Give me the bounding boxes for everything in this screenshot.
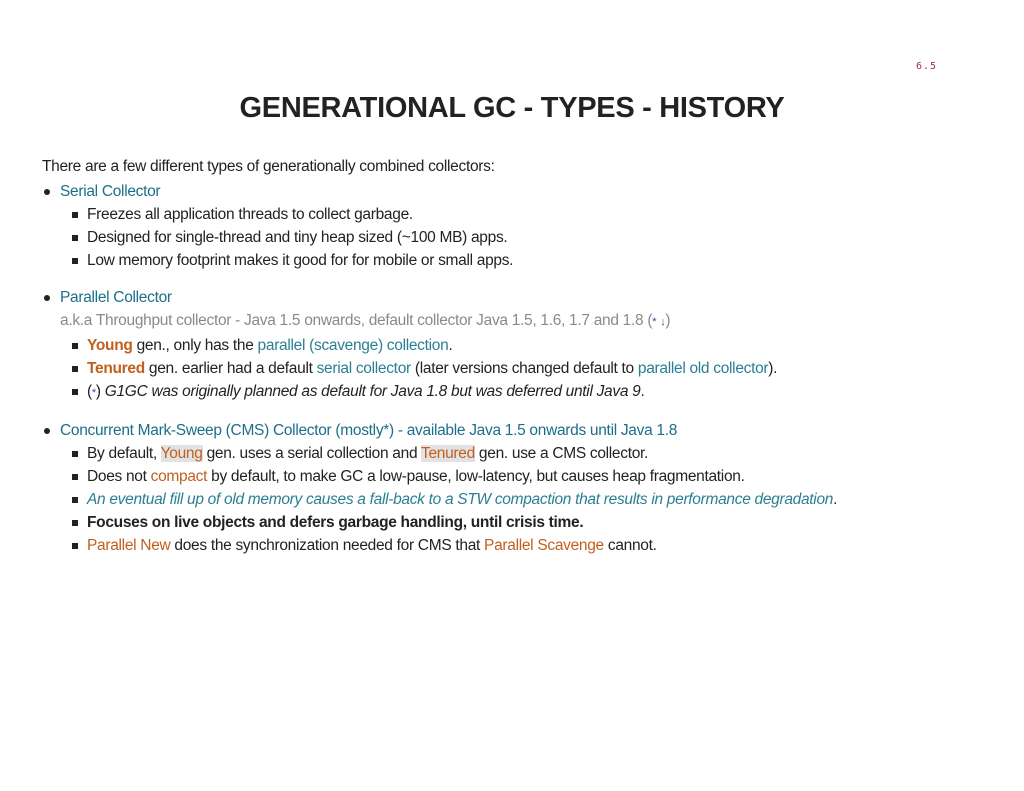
stw-compaction-note: An eventual fill up of old memory causes… xyxy=(87,491,834,508)
list-item: Does not compact by default, to make GC … xyxy=(60,465,1002,488)
parallel-collector-section: Parallel Collector a.k.a Throughput coll… xyxy=(42,286,1002,405)
square-bullet-icon xyxy=(72,451,78,457)
paren: ) xyxy=(95,383,105,400)
compact-term: compact xyxy=(150,468,208,485)
item-text: does the synchronization needed for CMS … xyxy=(170,537,485,554)
serial-collector-section: Serial Collector Freezes all application… xyxy=(42,180,1002,272)
square-bullet-icon xyxy=(72,543,78,549)
parallel-collector-heading: Parallel Collector xyxy=(60,289,172,306)
cms-collector-items: By default, Young gen. uses a serial col… xyxy=(60,442,1002,557)
list-item: An eventual fill up of old memory causes… xyxy=(60,488,1002,511)
list-item: By default, Young gen. uses a serial col… xyxy=(60,442,1002,465)
paren: ) xyxy=(665,312,671,329)
square-bullet-icon xyxy=(72,235,78,241)
young-gen-label: Young xyxy=(87,337,133,354)
collector-list: Serial Collector Freezes all application… xyxy=(42,180,1002,557)
item-text: gen., only has the xyxy=(132,337,258,354)
parallel-scavenge-term: parallel (scavenge) collection xyxy=(257,337,449,354)
item-text: Does not xyxy=(87,468,151,485)
square-bullet-icon xyxy=(72,520,78,526)
square-bullet-icon xyxy=(72,389,78,395)
list-item: Tenured gen. earlier had a default seria… xyxy=(60,357,1002,380)
parallel-new-term: Parallel New xyxy=(87,537,171,554)
paren: ( xyxy=(643,312,653,329)
bullet-icon xyxy=(44,189,50,195)
list-item: Parallel New does the synchronization ne… xyxy=(60,534,1002,557)
footnote-text: G1GC was originally planned as default f… xyxy=(104,383,641,400)
cms-collector-heading: Concurrent Mark-Sweep (CMS) Collector (m… xyxy=(60,422,678,439)
slide-title: GENERATIONAL GC - TYPES - HISTORY xyxy=(239,92,785,124)
list-item: Freezes all application threads to colle… xyxy=(60,203,1002,226)
square-bullet-icon xyxy=(72,343,78,349)
slide-content: There are a few different types of gener… xyxy=(42,155,1002,571)
square-bullet-icon xyxy=(72,258,78,264)
item-text: gen. use a CMS collector. xyxy=(474,445,649,462)
square-bullet-icon xyxy=(72,474,78,480)
parallel-aka-text: a.k.a Throughput collector - Java 1.5 on… xyxy=(60,312,644,329)
emphasis-text: Focuses on live objects and defers garba… xyxy=(87,514,584,531)
young-gen-highlight: Young xyxy=(160,445,203,462)
item-text: . xyxy=(640,383,645,400)
list-item: Designed for single-thread and tiny heap… xyxy=(60,226,1002,249)
list-item: (*) G1GC was originally planned as defau… xyxy=(60,380,1002,405)
item-text: Low memory footprint makes it good for f… xyxy=(87,252,514,269)
item-text: ). xyxy=(768,360,778,377)
list-item: Focuses on live objects and defers garba… xyxy=(60,511,1002,534)
square-bullet-icon xyxy=(72,366,78,372)
item-text: By default, xyxy=(87,445,161,462)
parallel-old-collector-term: parallel old collector xyxy=(637,360,769,377)
item-text: gen. uses a serial collection and xyxy=(202,445,421,462)
bullet-icon xyxy=(44,295,50,301)
tenured-gen-highlight: Tenured xyxy=(421,445,475,462)
serial-collector-heading: Serial Collector xyxy=(60,183,161,200)
item-text: cannot. xyxy=(603,537,657,554)
parallel-scavenge-term: Parallel Scavenge xyxy=(484,537,604,554)
footnote-star-link[interactable]: * xyxy=(652,316,656,328)
serial-collector-items: Freezes all application threads to colle… xyxy=(60,203,1002,272)
item-text: (later versions changed default to xyxy=(410,360,638,377)
square-bullet-icon xyxy=(72,212,78,218)
item-text: . xyxy=(448,337,453,354)
bullet-icon xyxy=(44,428,50,434)
item-text: . xyxy=(833,491,838,508)
cms-collector-section: Concurrent Mark-Sweep (CMS) Collector (m… xyxy=(42,419,1002,557)
serial-collector-term: serial collector xyxy=(316,360,412,377)
square-bullet-icon xyxy=(72,497,78,503)
slide-number: 6.5 xyxy=(916,61,938,72)
item-text: Designed for single-thread and tiny heap… xyxy=(87,229,508,246)
list-item: Low memory footprint makes it good for f… xyxy=(60,249,1002,272)
item-text: Freezes all application threads to colle… xyxy=(87,206,413,223)
list-item: Young gen., only has the parallel (scave… xyxy=(60,334,1002,357)
item-text: gen. earlier had a default xyxy=(144,360,317,377)
item-text: by default, to make GC a low-pause, low-… xyxy=(207,468,745,485)
intro-text: There are a few different types of gener… xyxy=(42,158,495,175)
tenured-gen-label: Tenured xyxy=(87,360,145,377)
parallel-collector-items: Young gen., only has the parallel (scave… xyxy=(60,334,1002,405)
